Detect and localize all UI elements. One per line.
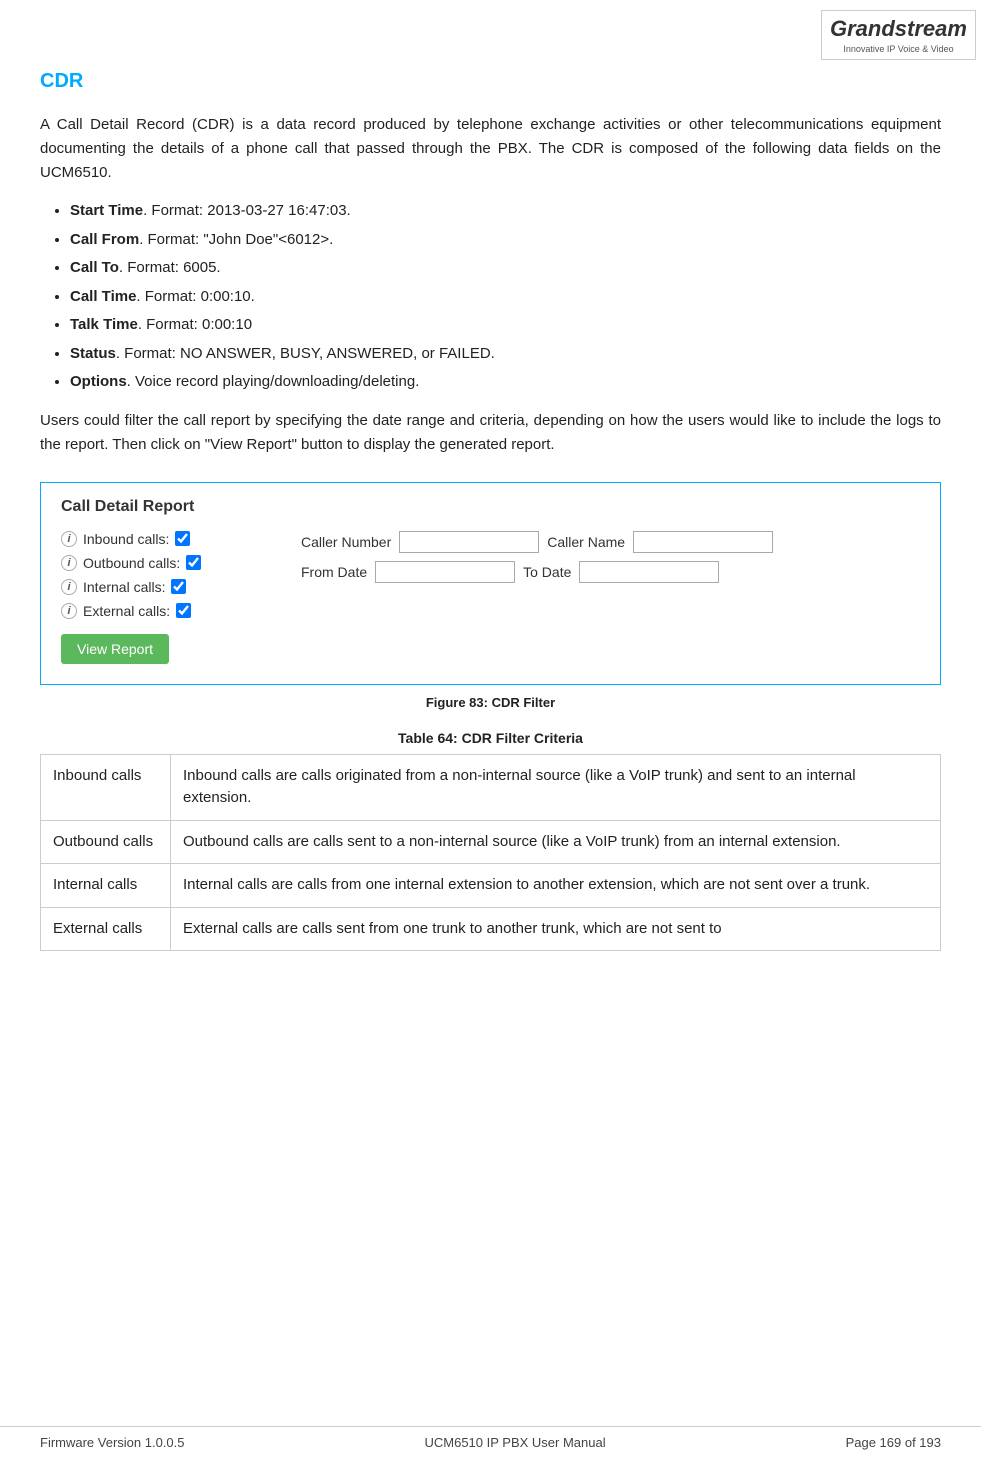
bullet-start-time: Start Time. Format: 2013-03-27 16:47:03.: [70, 200, 941, 223]
view-report-button[interactable]: View Report: [61, 634, 169, 664]
cdr-criteria-table: Inbound calls Inbound calls are calls or…: [40, 754, 941, 952]
bullet-call-to: Call To. Format: 6005.: [70, 257, 941, 280]
info-icon-external[interactable]: i: [61, 603, 77, 619]
filter-row-internal: i Internal calls:: [61, 579, 281, 595]
info-icon-internal[interactable]: i: [61, 579, 77, 595]
filter-row-inbound: i Inbound calls:: [61, 531, 281, 547]
to-date-input[interactable]: [579, 561, 719, 583]
cdr-filter-box: Call Detail Report i Inbound calls: i Ou…: [40, 482, 941, 685]
term-external: External calls: [41, 907, 171, 951]
label-outbound: Outbound calls:: [83, 555, 180, 571]
caller-number-input[interactable]: [399, 531, 539, 553]
table-row: Outbound calls Outbound calls are calls …: [41, 820, 941, 864]
date-row: From Date To Date: [301, 561, 920, 583]
def-outbound: Outbound calls are calls sent to a non-i…: [171, 820, 941, 864]
term-outbound: Outbound calls: [41, 820, 171, 864]
bullet-call-from: Call From. Format: "John Doe"<6012>.: [70, 229, 941, 252]
bullet-status: Status. Format: NO ANSWER, BUSY, ANSWERE…: [70, 343, 941, 366]
caller-number-row: Caller Number Caller Name: [301, 531, 920, 553]
bullet-talk-time: Talk Time. Format: 0:00:10: [70, 314, 941, 337]
checkbox-internal[interactable]: [171, 579, 186, 594]
page-footer: Firmware Version 1.0.0.5 UCM6510 IP PBX …: [0, 1426, 981, 1450]
label-external: External calls:: [83, 603, 170, 619]
filter-checkboxes: i Inbound calls: i Outbound calls: i Int…: [61, 531, 281, 619]
cdr-filter-title: Call Detail Report: [61, 498, 920, 516]
footer-center: UCM6510 IP PBX User Manual: [424, 1435, 605, 1450]
table-row: External calls External calls are calls …: [41, 907, 941, 951]
intro-paragraph: A Call Detail Record (CDR) is a data rec…: [40, 113, 941, 185]
bullet-options: Options. Voice record playing/downloadin…: [70, 371, 941, 394]
caller-name-input[interactable]: [633, 531, 773, 553]
term-internal: Internal calls: [41, 864, 171, 908]
from-date-label: From Date: [301, 564, 367, 580]
bullet-list: Start Time. Format: 2013-03-27 16:47:03.…: [70, 200, 941, 394]
filter-row-external: i External calls:: [61, 603, 281, 619]
filter-inputs: Caller Number Caller Name From Date To D…: [281, 531, 920, 619]
checkbox-inbound[interactable]: [175, 531, 190, 546]
caller-number-label: Caller Number: [301, 534, 391, 550]
caller-name-label: Caller Name: [547, 534, 625, 550]
footer-right: Page 169 of 193: [846, 1435, 941, 1450]
def-external: External calls are calls sent from one t…: [171, 907, 941, 951]
info-icon-outbound[interactable]: i: [61, 555, 77, 571]
to-date-label: To Date: [523, 564, 571, 580]
footer-left: Firmware Version 1.0.0.5: [40, 1435, 185, 1450]
filter-row-outbound: i Outbound calls:: [61, 555, 281, 571]
logo-tagline: Innovative IP Voice & Video: [830, 44, 967, 54]
right-filter-rows: Caller Number Caller Name From Date To D…: [301, 531, 920, 583]
table-row: Internal calls Internal calls are calls …: [41, 864, 941, 908]
table-row: Inbound calls Inbound calls are calls or…: [41, 754, 941, 820]
bullet-call-time: Call Time. Format: 0:00:10.: [70, 286, 941, 309]
logo-text: Grandstream: [830, 16, 967, 41]
figure-caption: Figure 83: CDR Filter: [40, 695, 941, 710]
def-inbound: Inbound calls are calls originated from …: [171, 754, 941, 820]
info-icon-inbound[interactable]: i: [61, 531, 77, 547]
header-logo: Grandstream Innovative IP Voice & Video: [821, 10, 951, 60]
checkbox-outbound[interactable]: [186, 555, 201, 570]
filter-paragraph: Users could filter the call report by sp…: [40, 409, 941, 457]
term-inbound: Inbound calls: [41, 754, 171, 820]
from-date-input[interactable]: [375, 561, 515, 583]
label-inbound: Inbound calls:: [83, 531, 169, 547]
page-title: CDR: [40, 70, 941, 93]
def-internal: Internal calls are calls from one intern…: [171, 864, 941, 908]
label-internal: Internal calls:: [83, 579, 165, 595]
table-caption: Table 64: CDR Filter Criteria: [40, 730, 941, 746]
filter-grid: i Inbound calls: i Outbound calls: i Int…: [61, 531, 920, 619]
checkbox-external[interactable]: [176, 603, 191, 618]
